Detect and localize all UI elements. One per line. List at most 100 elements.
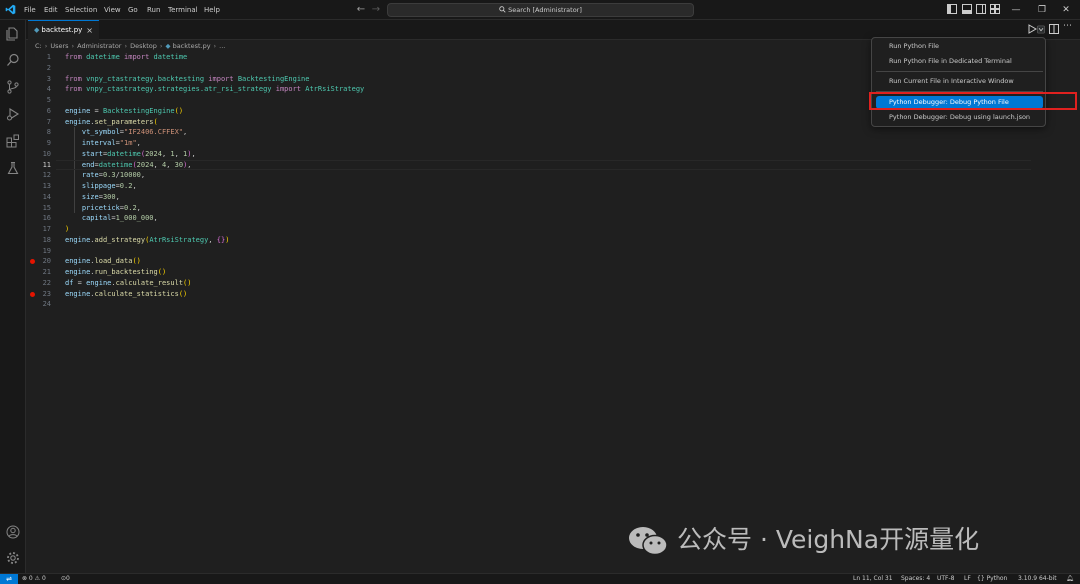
indentation[interactable]: Spaces: 4 bbox=[901, 574, 930, 584]
code-token: import bbox=[124, 53, 154, 61]
code-line[interactable]: 11 end=datetime(2024, 4, 30), bbox=[26, 159, 1080, 171]
back-arrow-icon[interactable]: ← bbox=[355, 3, 367, 16]
cursor-position[interactable]: Ln 11, Col 31 bbox=[853, 574, 893, 584]
line-number: 13 bbox=[42, 182, 51, 190]
code-token: load_data bbox=[94, 257, 133, 266]
code-text: size=300, bbox=[65, 192, 120, 203]
code-token: , bbox=[208, 235, 217, 244]
notifications-bell-icon[interactable]: 🔔︎ bbox=[1066, 574, 1074, 584]
toggle-panel-icon[interactable] bbox=[962, 4, 972, 14]
settings-gear-icon[interactable] bbox=[6, 551, 20, 565]
code-token: () bbox=[157, 268, 167, 276]
command-center-search[interactable]: Search [Administrator] bbox=[387, 3, 694, 17]
code-token: set_parameters bbox=[94, 117, 154, 126]
breadcrumb-administrator[interactable]: Administrator bbox=[77, 42, 121, 50]
activity-bar bbox=[0, 20, 26, 573]
code-line[interactable]: 13 slippage=0.2, bbox=[26, 181, 1080, 192]
menu-run[interactable]: Run bbox=[145, 0, 162, 20]
code-token: datetime bbox=[98, 160, 133, 169]
split-editor-icon[interactable] bbox=[1049, 24, 1059, 34]
toggle-primary-sidebar-icon[interactable] bbox=[947, 4, 957, 14]
tab-close-icon[interactable]: × bbox=[86, 21, 93, 40]
menu-item-run-interactive-window[interactable]: Run Current File in Interactive Window bbox=[876, 75, 1043, 88]
problems-indicator[interactable]: ⊗ 0 ⚠ 0 bbox=[22, 574, 46, 584]
breadcrumb-users[interactable]: Users bbox=[50, 42, 68, 50]
testing-flask-icon[interactable] bbox=[6, 161, 20, 175]
menu-item-run-dedicated-terminal[interactable]: Run Python File in Dedicated Terminal bbox=[876, 55, 1043, 68]
menu-item-debug-launch-json[interactable]: Python Debugger: Debug using launch.json bbox=[876, 111, 1043, 124]
run-dropdown-chevron-icon[interactable] bbox=[1037, 25, 1045, 34]
code-token: , bbox=[132, 182, 137, 190]
code-token: vnpy_ctastrategy.backtesting bbox=[86, 74, 209, 83]
remote-indicator-icon[interactable]: ⇌ bbox=[0, 574, 18, 584]
watermark-text: 公众号 · VeighNa开源量化 bbox=[677, 525, 980, 554]
python-interpreter[interactable]: 3.10.9 64-bit bbox=[1018, 574, 1057, 584]
menu-view[interactable]: View bbox=[102, 0, 123, 20]
breadcrumb-symbol[interactable]: ... bbox=[219, 42, 225, 50]
code-text: end=datetime(2024, 4, 30), bbox=[65, 160, 192, 171]
code-editor[interactable]: 1 from datetime import datetime 2 3 from vnp… bbox=[26, 52, 1080, 573]
search-sidebar-icon[interactable] bbox=[6, 53, 20, 67]
account-icon[interactable] bbox=[6, 525, 20, 539]
code-line[interactable]: 21 engine.run_backtesting() bbox=[26, 267, 1080, 278]
code-token: from bbox=[65, 53, 87, 61]
code-token: AtrRsiStrategy bbox=[149, 235, 209, 244]
menu-go[interactable]: Go bbox=[126, 0, 140, 20]
run-and-debug-icon[interactable] bbox=[6, 107, 20, 121]
code-token: 0.2 bbox=[119, 182, 133, 190]
code-line[interactable]: 9 interval="1m", bbox=[26, 138, 1080, 149]
code-line[interactable]: 8 vt_symbol="IF2406.CFFEX", bbox=[26, 127, 1080, 138]
close-window-icon[interactable]: ✕ bbox=[1052, 0, 1080, 20]
forward-arrow-icon[interactable]: → bbox=[370, 3, 382, 16]
code-text: from vnpy_ctastrategy.strategies.atr_rsi… bbox=[65, 84, 364, 95]
menu-selection[interactable]: Selection bbox=[63, 0, 99, 20]
code-line[interactable]: 18 engine.add_strategy(AtrRsiStrategy, {}… bbox=[26, 235, 1080, 246]
breadcrumb: C: › Users › Administrator › Desktop › ◆ backtes… bbox=[35, 42, 226, 50]
code-line[interactable]: 10 start=datetime(2024, 1, 1), bbox=[26, 149, 1080, 160]
code-line[interactable]: 24 bbox=[26, 299, 1080, 310]
code-token: slippage bbox=[81, 182, 116, 190]
extensions-icon[interactable] bbox=[6, 134, 20, 148]
wechat-logo-icon bbox=[629, 527, 668, 556]
end-of-line[interactable]: LF bbox=[964, 574, 971, 584]
code-line[interactable]: 19 bbox=[26, 246, 1080, 257]
code-token: calculate_result bbox=[115, 278, 184, 287]
encoding[interactable]: UTF-8 bbox=[937, 574, 955, 584]
explorer-icon[interactable] bbox=[6, 27, 20, 41]
more-actions-icon[interactable]: ⋯ bbox=[1063, 21, 1072, 31]
breadcrumb-file[interactable]: backtest.py bbox=[173, 42, 211, 50]
source-control-icon[interactable] bbox=[6, 80, 20, 94]
breadcrumb-drive[interactable]: C: bbox=[35, 42, 42, 50]
code-line[interactable]: 23 engine.calculate_statistics() bbox=[26, 289, 1080, 300]
menu-item-run-python-file[interactable]: Run Python File bbox=[876, 40, 1043, 53]
code-token: "IF2406.CFFEX" bbox=[124, 128, 184, 137]
run-python-file-icon[interactable] bbox=[1027, 24, 1037, 34]
tab-backtest-py[interactable]: ◆ backtest.py × bbox=[28, 20, 99, 40]
menu-edit[interactable]: Edit bbox=[42, 0, 60, 20]
menu-file[interactable]: File bbox=[22, 0, 38, 20]
breadcrumb-desktop[interactable]: Desktop bbox=[130, 42, 157, 50]
code-line[interactable]: 16 capital=1_000_000, bbox=[26, 213, 1080, 224]
code-token: engine bbox=[65, 268, 91, 276]
code-line[interactable]: 22 df = engine.calculate_result() bbox=[26, 278, 1080, 289]
menu-help[interactable]: Help bbox=[202, 0, 222, 20]
language-mode[interactable]: {} Python bbox=[977, 574, 1007, 584]
code-line[interactable]: 20 engine.load_data() bbox=[26, 256, 1080, 267]
toggle-secondary-sidebar-icon[interactable] bbox=[976, 4, 986, 14]
customize-layout-icon[interactable] bbox=[990, 4, 1000, 14]
code-line[interactable]: 17) bbox=[26, 224, 1080, 235]
menu-terminal[interactable]: Terminal bbox=[166, 0, 200, 20]
minimize-icon[interactable]: — bbox=[1002, 0, 1030, 20]
line-number: 22 bbox=[42, 278, 51, 287]
ports-indicator[interactable]: ⊙0 bbox=[61, 574, 70, 584]
code-line[interactable]: 14 size=300, bbox=[26, 192, 1080, 203]
code-line[interactable]: 15 pricetick=0.2, bbox=[26, 203, 1080, 214]
code-line[interactable]: 12 rate=0.3/10000, bbox=[26, 170, 1080, 181]
line-number: 24 bbox=[42, 300, 51, 309]
code-token: 2024 bbox=[145, 149, 162, 158]
